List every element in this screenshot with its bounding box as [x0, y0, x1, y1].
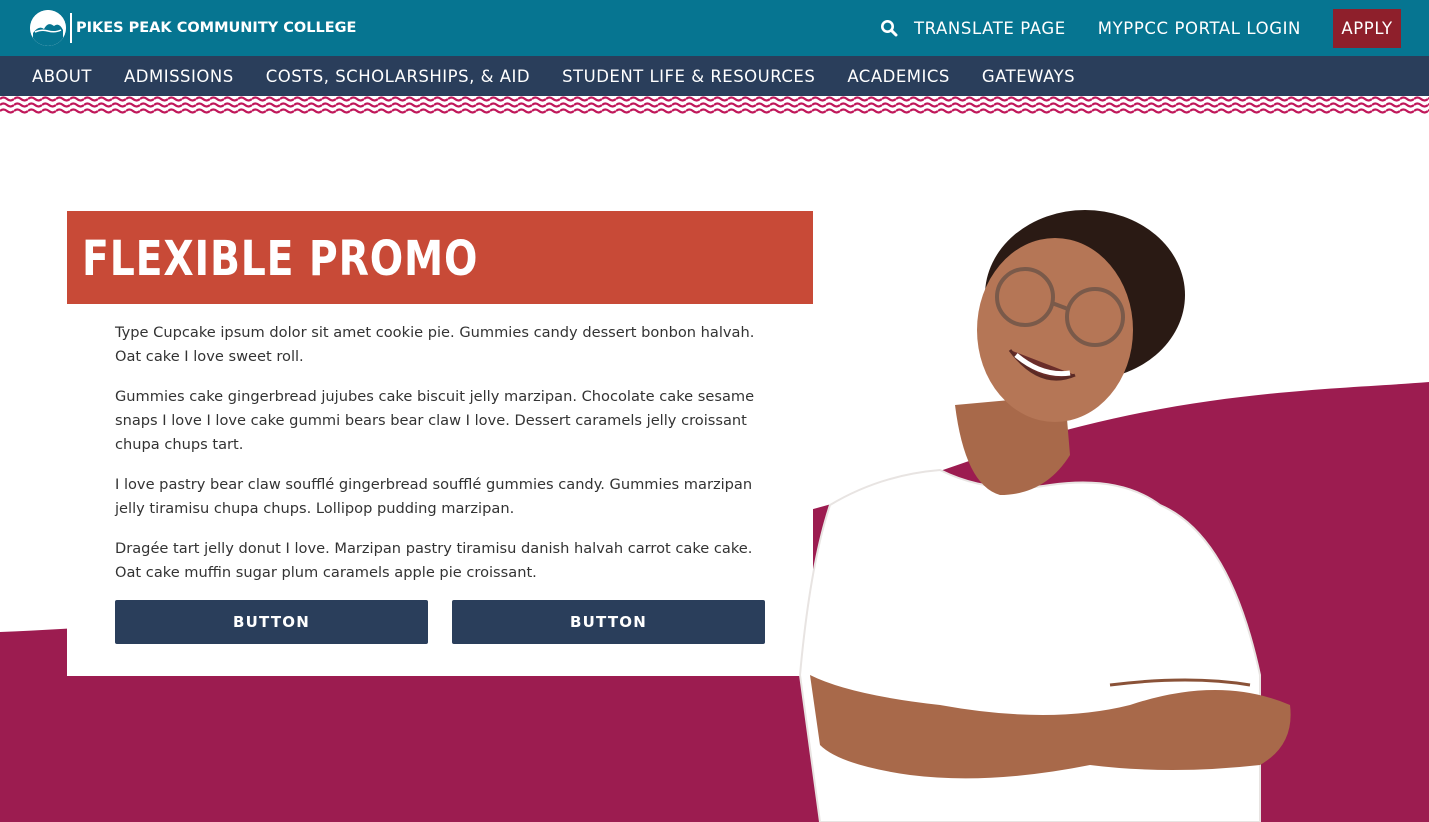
main-nav: ABOUT ADMISSIONS COSTS, SCHOLARSHIPS, & … — [0, 56, 1429, 96]
promo-card: FLEXIBLE PROMO Type Cupcake ipsum dolor … — [67, 211, 813, 676]
logo-text: PIKES PEAK COMMUNITY COLLEGE — [76, 20, 357, 36]
top-bar: PIKES PEAK COMMUNITY COLLEGE TRANSLATE P… — [0, 0, 1429, 56]
search-icon[interactable] — [880, 19, 898, 37]
promo-title: FLEXIBLE PROMO — [82, 231, 479, 287]
nav-item-gateways[interactable]: GATEWAYS — [982, 67, 1075, 86]
promo-paragraph: Dragée tart jelly donut I love. Marzipan… — [115, 540, 753, 581]
portal-login-link[interactable]: MYPPCC PORTAL LOGIN — [1098, 19, 1301, 38]
promo-button-primary[interactable]: BUTTON — [115, 600, 428, 644]
promo-title-bar: FLEXIBLE PROMO — [67, 211, 813, 304]
wave-decoration — [0, 96, 1429, 116]
translate-page-link[interactable]: TRANSLATE PAGE — [914, 19, 1066, 38]
nav-item-about[interactable]: ABOUT — [32, 67, 92, 86]
nav-item-academics[interactable]: ACADEMICS — [847, 67, 950, 86]
promo-person-image — [798, 210, 1291, 822]
promo-body: Type Cupcake ipsum dolor sit amet cookie… — [115, 321, 775, 601]
nav-item-student-life[interactable]: STUDENT LIFE & RESOURCES — [562, 67, 815, 86]
promo-paragraph: Gummies cake gingerbread jujubes cake bi… — [115, 388, 755, 453]
promo-button-secondary[interactable]: BUTTON — [452, 600, 765, 644]
nav-item-admissions[interactable]: ADMISSIONS — [124, 67, 234, 86]
promo-paragraph: Type Cupcake ipsum dolor sit amet cookie… — [115, 324, 755, 365]
logo-divider — [70, 13, 72, 43]
apply-button[interactable]: APPLY — [1333, 8, 1401, 48]
promo-paragraph: I love pastry bear claw soufflé gingerbr… — [115, 476, 753, 517]
college-logo[interactable]: PIKES PEAK COMMUNITY COLLEGE — [30, 10, 356, 46]
utility-links: TRANSLATE PAGE MYPPCC PORTAL LOGIN APPLY — [880, 0, 1401, 56]
nav-item-costs-aid[interactable]: COSTS, SCHOLARSHIPS, & AID — [266, 67, 530, 86]
college-logo-icon — [30, 10, 66, 46]
